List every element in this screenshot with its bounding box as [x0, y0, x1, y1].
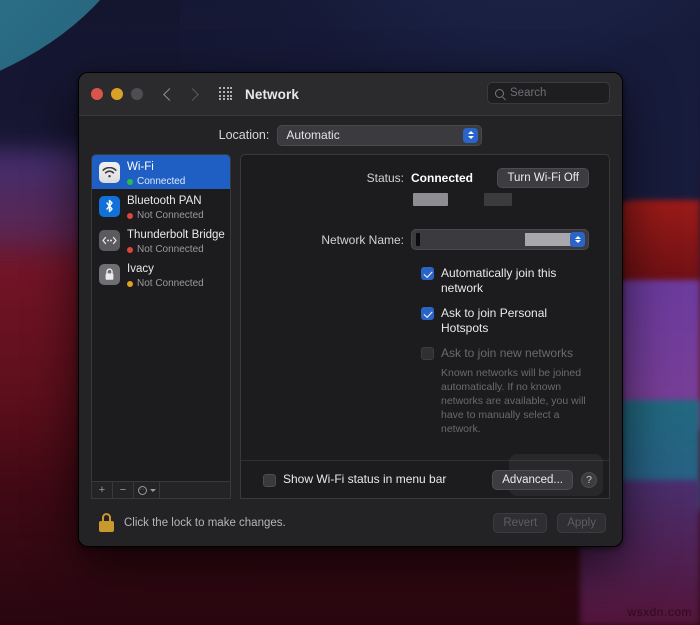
- redacted-block-secondary: [484, 193, 512, 206]
- turn-wifi-off-button[interactable]: Turn Wi-Fi Off: [497, 168, 589, 188]
- redacted-status-detail-row: [241, 193, 609, 206]
- service-status: Not Connected: [127, 244, 223, 255]
- checkbox-label: Show Wi-Fi status in menu bar: [283, 472, 447, 486]
- chevron-down-icon: [149, 488, 156, 492]
- window-titlebar: Network Search: [79, 73, 622, 116]
- checkbox-row-auto-join[interactable]: Automatically join this network: [421, 266, 593, 296]
- wifi-options-group: Automatically join this network Ask to j…: [241, 266, 609, 436]
- status-dot: [127, 280, 133, 287]
- chevron-updown-icon[interactable]: [570, 232, 585, 247]
- checkbox-label: Automatically join this network: [441, 266, 557, 295]
- service-name: Bluetooth PAN: [127, 195, 202, 207]
- checkbox-row-personal-hotspots[interactable]: Ask to join Personal Hotspots: [421, 306, 593, 336]
- bluetooth-icon: [99, 195, 120, 217]
- location-row: Location: Automatic: [79, 116, 622, 154]
- zoom-button: [131, 88, 143, 100]
- wifi-icon: [99, 161, 120, 183]
- site-watermark: wsxdn.com: [627, 605, 692, 619]
- minimize-button[interactable]: [111, 88, 123, 100]
- checkbox-row-new-networks: Ask to join new networks: [421, 346, 593, 361]
- advanced-button[interactable]: Advanced...: [492, 469, 573, 490]
- page-title: Network: [245, 86, 299, 102]
- lock-closed-icon[interactable]: [99, 513, 114, 532]
- network-name-label: Network Name:: [321, 232, 404, 247]
- redacted-block-primary: [413, 193, 448, 206]
- pane-bottom-bar: Show Wi-Fi status in menu bar Advanced..…: [241, 454, 609, 498]
- lock-hint-text: Click the lock to make changes.: [124, 516, 286, 529]
- location-label: Location:: [218, 128, 270, 142]
- status-value: Connected: [411, 171, 474, 185]
- show-all-icon[interactable]: [219, 87, 233, 101]
- window-controls: [91, 88, 143, 100]
- add-service-button[interactable]: +: [92, 482, 113, 498]
- checkbox-personal-hotspots[interactable]: [421, 307, 434, 320]
- checkbox-show-wifi-status[interactable]: [263, 473, 276, 487]
- redacted-network-name: [525, 233, 575, 246]
- revert-button: Revert: [493, 512, 548, 533]
- checkbox-new-networks: [421, 347, 434, 360]
- status-label: Not Connected: [137, 210, 204, 221]
- status-dot: [127, 246, 133, 253]
- chevron-updown-icon[interactable]: [463, 127, 479, 143]
- service-name: Wi-Fi: [127, 161, 154, 173]
- forward-chevron-icon: [186, 87, 199, 101]
- sidebar-item-text: Thunderbolt Bridge Not Connected: [127, 225, 225, 255]
- service-name: Thunderbolt Bridge: [127, 229, 225, 241]
- thunderbolt-icon: [99, 229, 120, 251]
- lock-icon: [99, 263, 120, 285]
- checkbox-auto-join[interactable]: [421, 267, 434, 280]
- navigation-buttons: [163, 87, 199, 101]
- sidebar-item-wifi[interactable]: Wi-Fi Connected: [92, 155, 230, 189]
- service-actions-button[interactable]: [134, 482, 160, 498]
- window-footer: Click the lock to make changes. Revert A…: [79, 499, 622, 546]
- status-dot: [127, 178, 133, 185]
- checkbox-label: Ask to join Personal Hotspots: [441, 306, 548, 335]
- back-chevron-icon[interactable]: [163, 87, 176, 101]
- status-label: Not Connected: [137, 244, 204, 255]
- sidebar-item-text: Wi-Fi Connected: [127, 157, 185, 187]
- service-status: Not Connected: [127, 278, 204, 289]
- network-name-select[interactable]: [411, 229, 589, 250]
- status-row: Status: Connected Turn Wi-Fi Off: [241, 155, 609, 188]
- help-button[interactable]: ?: [581, 471, 597, 488]
- text-caret: [416, 233, 420, 246]
- status-field-label: Status:: [366, 171, 404, 185]
- status-label: Not Connected: [137, 278, 204, 289]
- location-select[interactable]: Automatic: [277, 124, 483, 146]
- close-button[interactable]: [91, 88, 103, 100]
- service-status: Not Connected: [127, 210, 204, 221]
- apply-button: Apply: [557, 512, 606, 533]
- checkbox-row-menu-bar[interactable]: Show Wi-Fi status in menu bar: [263, 472, 492, 487]
- sidebar-item-bluetooth-pan[interactable]: Bluetooth PAN Not Connected: [92, 189, 230, 223]
- search-icon: [495, 88, 504, 98]
- location-value: Automatic: [286, 128, 340, 142]
- window-body: Wi-Fi Connected Bluetooth PAN Not Connec…: [79, 154, 622, 499]
- network-preferences-window: Network Search Location: Automatic Wi-Fi…: [78, 72, 623, 547]
- sidebar-item-text: Ivacy Not Connected: [127, 259, 204, 289]
- status-label: Connected: [137, 176, 186, 187]
- wifi-detail-pane: Status: Connected Turn Wi-Fi Off Network…: [240, 154, 610, 499]
- services-sidebar: Wi-Fi Connected Bluetooth PAN Not Connec…: [91, 154, 231, 499]
- remove-service-button[interactable]: −: [113, 482, 134, 498]
- sidebar-item-text: Bluetooth PAN Not Connected: [127, 191, 204, 221]
- sidebar-item-ivacy[interactable]: Ivacy Not Connected: [92, 257, 230, 291]
- new-networks-help-text: Known networks will be joined automatica…: [441, 367, 586, 435]
- services-list: Wi-Fi Connected Bluetooth PAN Not Connec…: [92, 155, 230, 481]
- network-name-row: Network Name:: [241, 229, 609, 250]
- status-dot: [127, 212, 133, 219]
- service-name: Ivacy: [127, 263, 154, 275]
- checkbox-label: Ask to join new networks: [441, 346, 574, 360]
- sidebar-item-thunderbolt-bridge[interactable]: Thunderbolt Bridge Not Connected: [92, 223, 230, 257]
- gear-icon: [137, 485, 147, 495]
- search-placeholder: Search: [510, 87, 547, 99]
- sidebar-footer-toolbar: + −: [92, 481, 230, 498]
- search-field[interactable]: Search: [487, 82, 610, 104]
- service-status: Connected: [127, 176, 185, 187]
